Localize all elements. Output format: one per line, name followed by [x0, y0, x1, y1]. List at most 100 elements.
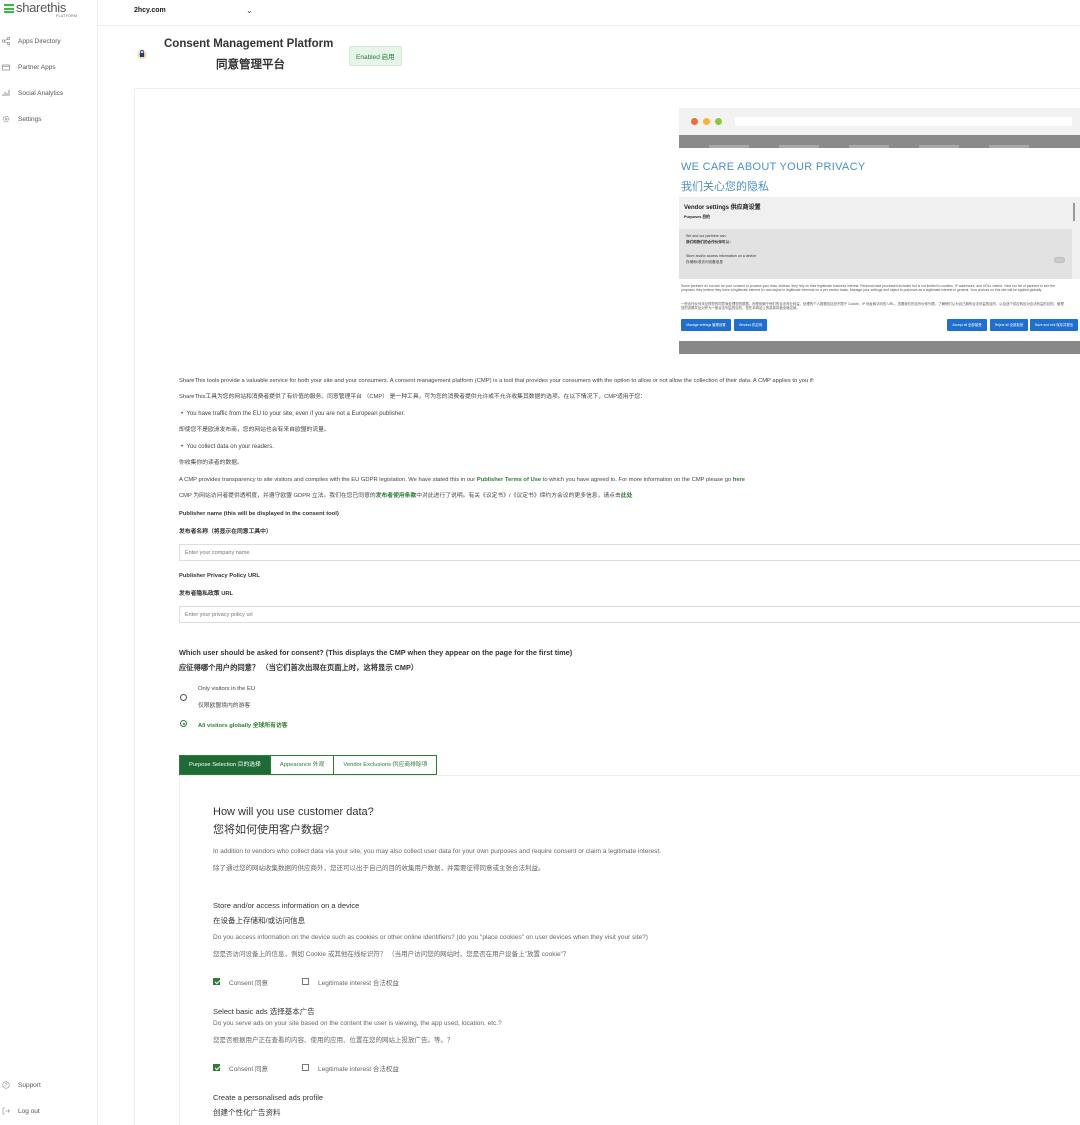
bullet-text: You collect data on your readers.: [186, 444, 274, 450]
tab-appearance[interactable]: Appearance 外观: [270, 755, 335, 775]
bullet-eu-traffic: • You have traffic from the EU to your s…: [181, 411, 405, 417]
vendors-button[interactable]: Vendors 供应商: [734, 319, 767, 331]
intro-paragraph: ShareThis tools provide a valuable servi…: [179, 378, 815, 384]
sidebar-item-social-analytics[interactable]: Social Analytics: [2, 89, 63, 97]
basic-ads-consent-checkbox[interactable]: [213, 1064, 220, 1071]
store-access-question-zh: 您是否访问设备上的信息，例如 Cookie 或其他在线标识符？ （当用户访问您的…: [213, 951, 570, 958]
vendor-settings-panel: Vendor settings 供应商设置 Purposes 目的 We and…: [679, 197, 1080, 279]
preview-paragraph-zh: 一些合作伙伴未征得您的同意就处理您的数据，而是依赖于他们的合法商业利益。处理的个…: [681, 302, 1064, 310]
status-badge: Enabled 启用: [349, 46, 402, 66]
bullet-text: You have traffic from the EU to your sit…: [186, 411, 405, 417]
support-link[interactable]: ? Support: [2, 1081, 41, 1089]
privacy-heading-zh: 我们关心您的隐私: [681, 181, 769, 193]
sidebar-item-settings[interactable]: Settings: [2, 115, 42, 123]
bullet-eu-traffic-zh: 即使您不是欧洲发布商，您的网站也会有来自欧盟的流量。: [179, 427, 330, 433]
store-legit-checkbox[interactable]: [302, 978, 309, 985]
consent-label: Consent 同意: [229, 980, 269, 987]
logout-link[interactable]: Log out: [2, 1107, 40, 1115]
purposes-label: Purposes 目的: [684, 215, 710, 219]
browser-dot-icon: [715, 118, 722, 125]
partners-label-zh: 我们和我们的合作伙伴可以：: [686, 240, 733, 244]
terms-of-use-link-zh[interactable]: 发布者使用条款: [376, 493, 417, 499]
purpose-description-zh: 除了通过您的网站收集数据的供应商外，您还可以出于自己的目的收集用户数据，并需要征…: [213, 865, 545, 872]
legit-interest-label: Legitimate interest 合法权益: [318, 980, 399, 987]
store-access-title-zh: 在设备上存储和/或访问信息: [213, 916, 306, 925]
browser-url-bar: [735, 117, 1072, 126]
sidebar-item-partner-apps[interactable]: Partner Apps: [2, 63, 56, 71]
consent-question-zh: 应征得哪个用户的同意？ （当它们首次出现在页面上时，这将显示 CMP）: [179, 663, 419, 672]
personalised-ads-title: Create a personalised ads profile: [213, 1093, 324, 1102]
privacy-url-label: Publisher Privacy Policy URL: [179, 573, 260, 579]
sharethis-logo[interactable]: sharethis: [4, 0, 67, 15]
page-title: Consent Management Platform: [164, 38, 334, 50]
sidebar-item-label: Apps Directory: [18, 37, 61, 45]
store-purpose: Store and/or access information on a dev…: [686, 254, 757, 258]
privacy-heading: WE CARE ABOUT YOUR PRIVACY: [681, 161, 866, 173]
accept-all-button[interactable]: Accept all 全部接受: [947, 319, 987, 331]
gdpr-text: CMP 为网站访问者提供透明度，并遵守欧盟 GDPR 立法。我们在您已同意的: [179, 493, 376, 499]
purpose-description: In addition to vendors who collect data …: [213, 848, 662, 855]
here-link[interactable]: here: [733, 477, 745, 483]
share-icon: [2, 37, 10, 45]
radio-all-visitors[interactable]: [180, 720, 187, 727]
sidebar-item-label: Partner Apps: [18, 63, 56, 71]
tab-purpose-selection[interactable]: Purpose Selection 目的选择: [179, 755, 271, 775]
consent-question: Which user should be asked for consent? …: [179, 648, 573, 657]
consent-label: Consent 同意: [229, 1066, 269, 1073]
gdpr-paragraph: A CMP provides transparency to site visi…: [179, 477, 745, 483]
sidebar-item-label: Social Analytics: [18, 89, 64, 97]
logo-text: sharethis: [16, 0, 67, 15]
purpose-toggle[interactable]: [1054, 257, 1065, 263]
sidebar: sharethis PLATFORM Apps Directory Partne…: [0, 0, 98, 1125]
radio-all-visitors-label: All visitors globally 全球所有访客: [198, 723, 288, 729]
purpose-heading: How will you use customer data?: [213, 806, 374, 818]
topbar: 2hcy.com ⌄: [98, 0, 1080, 26]
manage-settings-button[interactable]: Manage settings 管理设置: [681, 319, 731, 331]
consent-preview: WE CARE ABOUT YOUR PRIVACY 我们关心您的隐私 Vend…: [679, 108, 1080, 354]
store-purpose-zh: 存储和/或访问设备信息: [686, 260, 723, 264]
domain-selector[interactable]: 2hcy.com: [134, 7, 166, 14]
sidebar-item-label: Settings: [18, 115, 42, 123]
logout-label: Log out: [18, 1107, 40, 1115]
radio-eu-only-label: Only visitors in the EU: [198, 686, 256, 692]
svg-text:?: ?: [5, 1083, 8, 1089]
logo-mark-icon: [4, 4, 14, 13]
store-consent-checkbox[interactable]: [213, 978, 220, 985]
help-icon: ?: [2, 1081, 10, 1089]
support-label: Support: [18, 1081, 41, 1089]
basic-ads-legit-checkbox[interactable]: [302, 1064, 309, 1071]
browser-dot-icon: [691, 118, 698, 125]
terms-of-use-link[interactable]: Publisher Terms of Use: [477, 477, 541, 483]
browser-chrome: [679, 108, 1080, 135]
gdpr-paragraph-zh: CMP 为网站访问者提供透明度，并遵守欧盟 GDPR 立法。我们在您已同意的发布…: [179, 490, 632, 499]
radio-eu-only-label-zh: 仅限欧盟境内的游客: [198, 703, 251, 709]
basic-ads-question-zh: 您是否根据用户正在查看的内容、使用的应用、位置在您的网站上投放广告。等。？: [213, 1037, 454, 1044]
privacy-url-label-zh: 发布者隐私政策 URL: [179, 591, 234, 597]
preview-paragraph: Some partners do not ask for your consen…: [681, 284, 1055, 292]
tab-vendor-exclusions[interactable]: Vendor Exclusions 供应商排除项: [334, 755, 438, 775]
settings-tabs: Purpose Selection 目的选择 Appearance 外观 Ven…: [179, 755, 438, 775]
browser-nav-bar: [679, 135, 1080, 148]
partners-label: We and our partners can:: [686, 234, 727, 238]
legit-interest-label: Legitimate interest 合法权益: [318, 1066, 399, 1073]
privacy-url-input[interactable]: [179, 606, 1080, 623]
chevron-down-icon[interactable]: ⌄: [246, 6, 253, 15]
chart-icon: [2, 90, 10, 96]
bullet-collect-data: • You collect data on your readers.: [181, 444, 274, 450]
publisher-name-label-zh: 发布者名称（将显示在同意工具中）: [179, 529, 272, 535]
radio-eu-only[interactable]: [180, 694, 187, 701]
consent-dialog: WE CARE ABOUT YOUR PRIVACY 我们关心您的隐私 Vend…: [679, 148, 1080, 341]
here-link-zh[interactable]: 此处: [621, 493, 633, 499]
save-exit-button[interactable]: Save and exit 保存并退出: [1030, 319, 1078, 331]
scrollbar[interactable]: [1073, 203, 1075, 221]
store-access-question: Do you access information on the device …: [213, 934, 648, 941]
vendor-settings-title: Vendor settings 供应商设置: [684, 205, 761, 211]
sidebar-item-apps-directory[interactable]: Apps Directory: [2, 37, 61, 45]
gdpr-text: A CMP provides transparency to site visi…: [179, 477, 477, 483]
personalised-ads-title-zh: 创建个性化广告资料: [213, 1108, 281, 1117]
store-access-title: Store and/or access information on a dev…: [213, 901, 360, 910]
page-title-zh: 同意管理平台: [216, 59, 285, 71]
publisher-name-input[interactable]: [179, 544, 1080, 561]
reject-all-button[interactable]: Reject all 全部拒绝: [990, 319, 1028, 331]
gdpr-text: to which you have agreed to. For more in…: [541, 477, 733, 483]
